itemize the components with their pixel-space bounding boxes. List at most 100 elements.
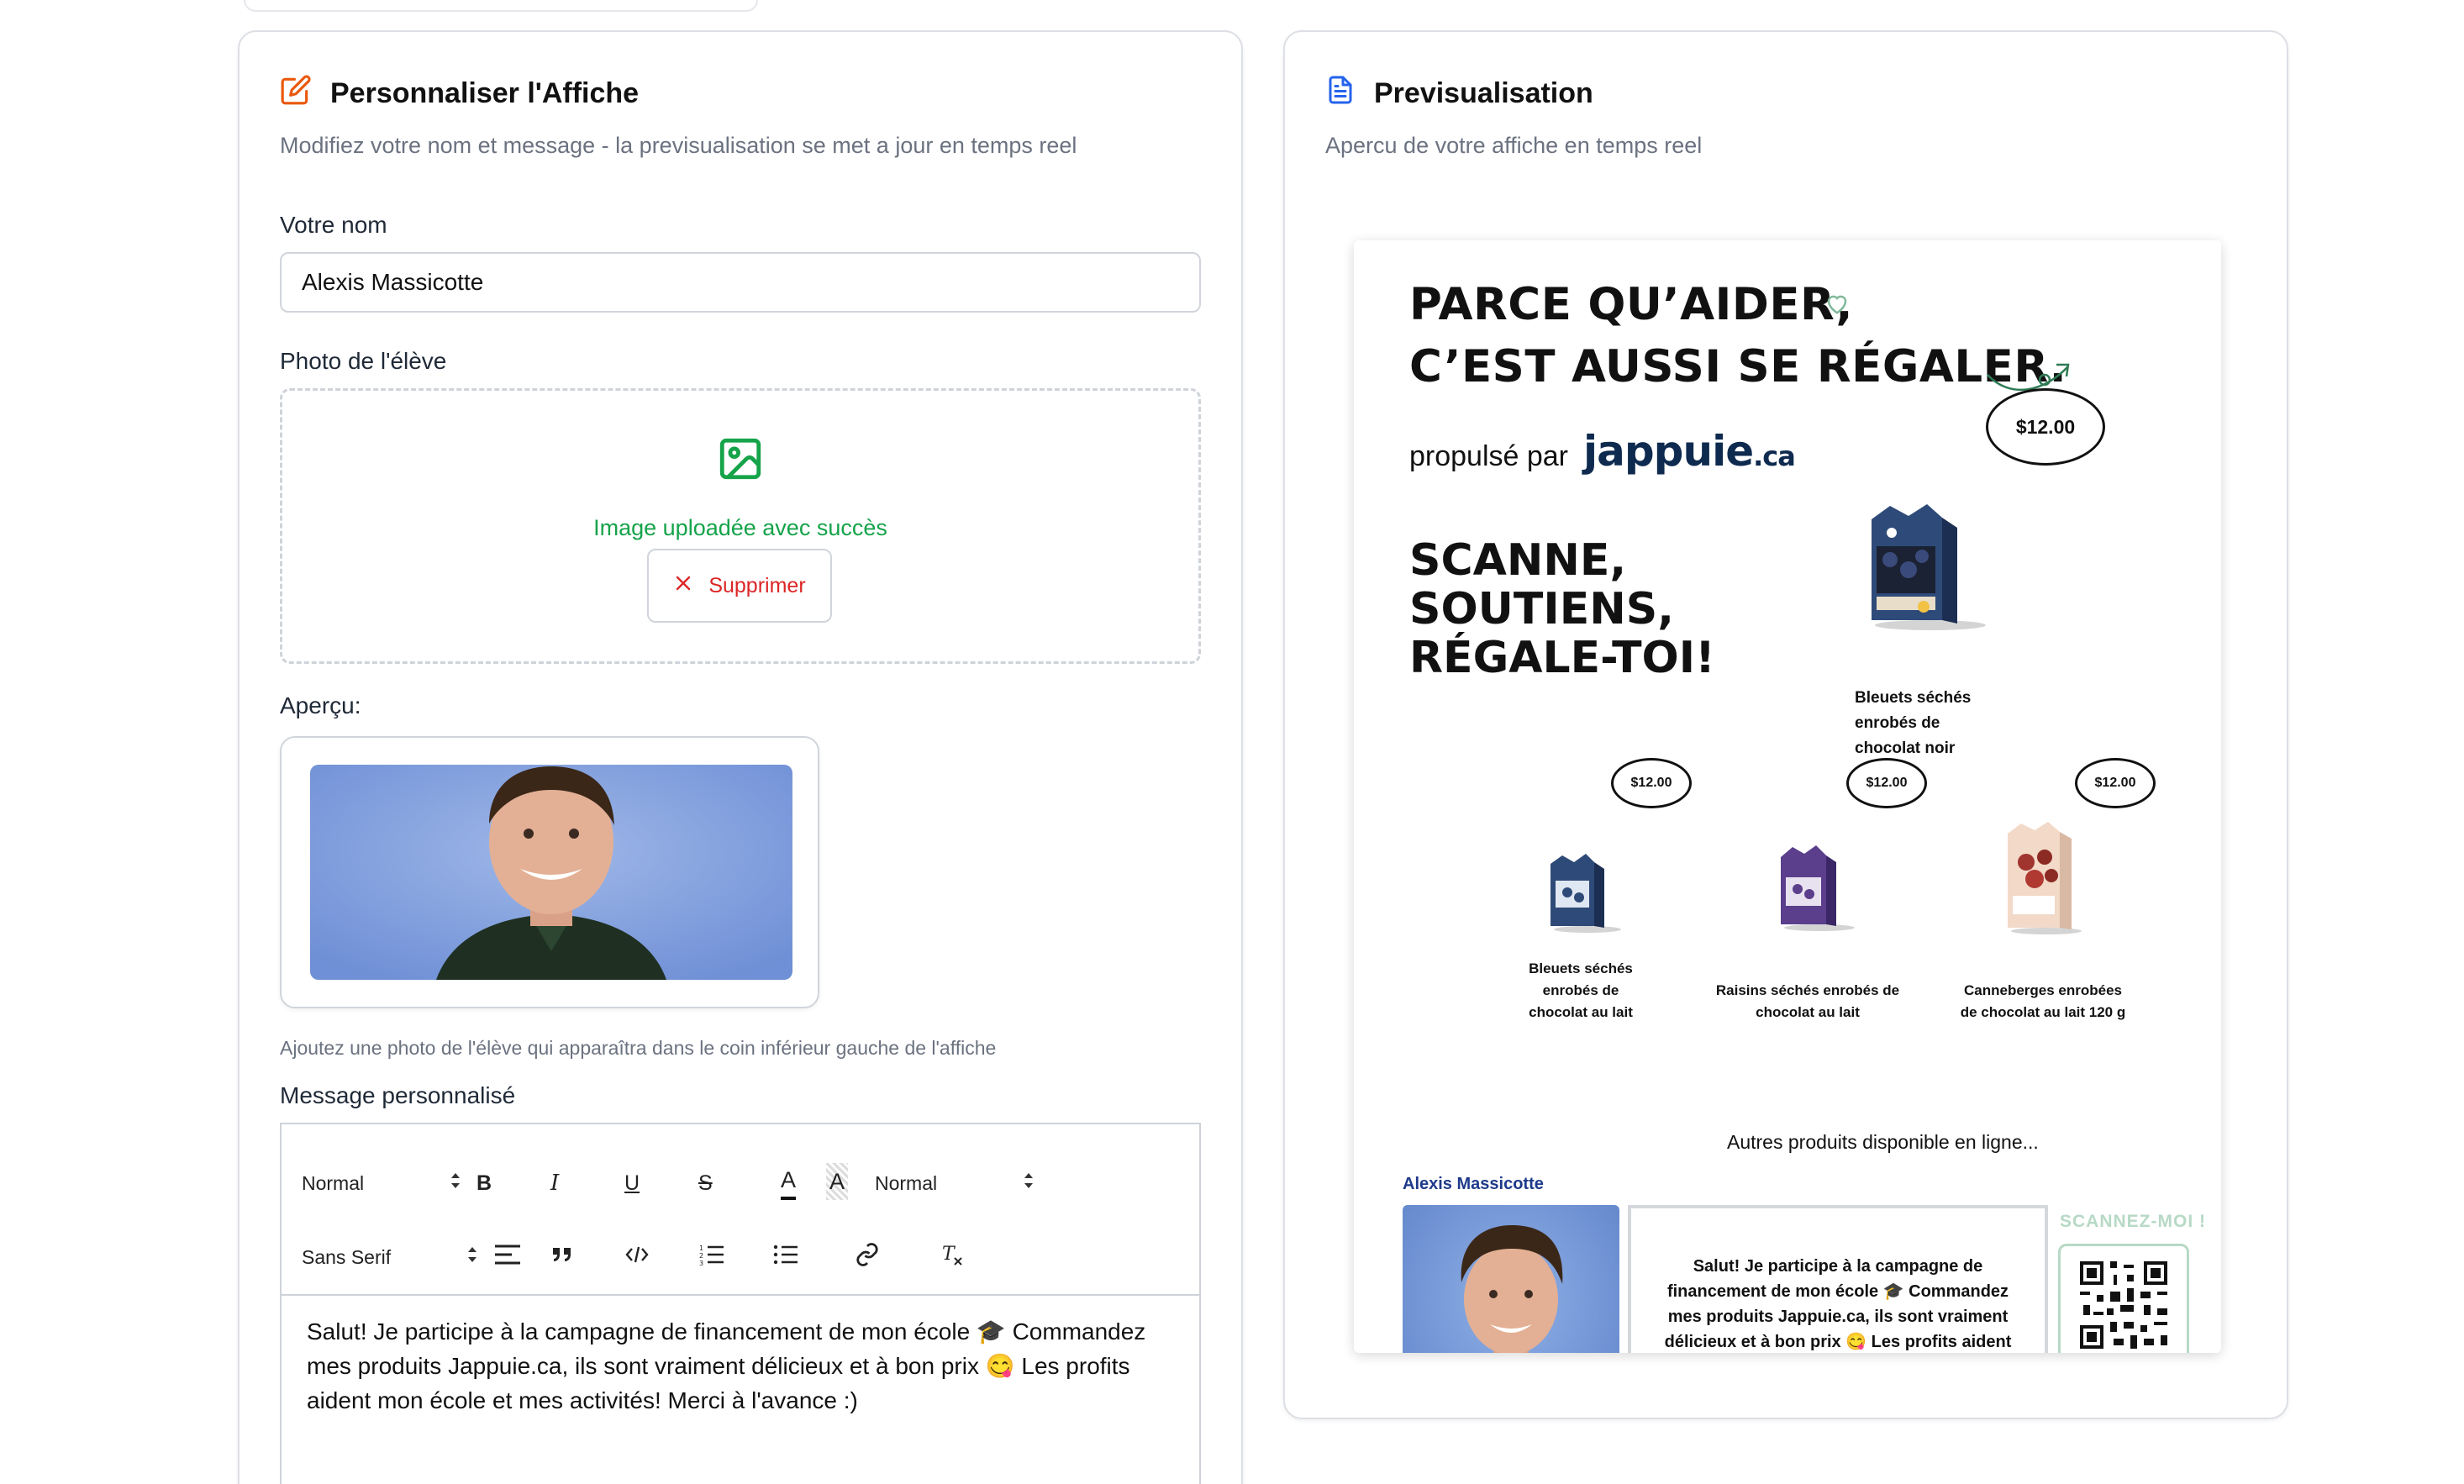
clear-format-button[interactable]: T bbox=[940, 1240, 966, 1274]
photo-upload-zone[interactable]: Image uploadée avec succès Supprimer bbox=[280, 388, 1201, 664]
photo-label: Photo de l'élève bbox=[280, 348, 447, 374]
product-image-2 bbox=[1774, 844, 1858, 937]
scan-me-label: SCANNEZ-MOI ! bbox=[2060, 1212, 2206, 1231]
featured-name-line-3: chocolat noir bbox=[1855, 739, 1956, 757]
product-2-line-2: chocolat au lait bbox=[1756, 1004, 1860, 1020]
align-button[interactable] bbox=[493, 1240, 522, 1274]
svg-text:2: 2 bbox=[699, 1252, 703, 1260]
customize-title: Personnaliser l'Affiche bbox=[280, 74, 639, 113]
background-color-button[interactable]: A bbox=[826, 1163, 849, 1200]
previous-card-edge bbox=[244, 0, 758, 12]
customize-subtitle: Modifiez votre nom et message - la previ… bbox=[280, 133, 1077, 158]
product-image-1 bbox=[1545, 852, 1623, 939]
align-left-icon bbox=[493, 1242, 522, 1272]
preview-title-text: Previsualisation bbox=[1374, 77, 1593, 109]
edit-icon bbox=[280, 74, 312, 113]
upload-success-text: Image uploadée avec succès bbox=[593, 515, 887, 540]
preview-title: Previsualisation bbox=[1325, 74, 1593, 113]
name-input[interactable] bbox=[280, 252, 1201, 313]
bullet-list-icon bbox=[772, 1243, 799, 1271]
code-block-button[interactable] bbox=[624, 1240, 650, 1274]
link-button[interactable] bbox=[855, 1240, 880, 1274]
size-select[interactable]: Normal bbox=[875, 1166, 1035, 1200]
poster-powered-by: propulsé par jappuie.ca bbox=[1409, 427, 1796, 476]
product-name-3: Canneberges enrobées de chocolat au lait… bbox=[1934, 980, 2152, 1024]
product-price-2: $12.00 bbox=[1846, 758, 1927, 808]
select-arrows-icon bbox=[466, 1245, 478, 1270]
scan-line-2: SOUTIENS, bbox=[1409, 584, 1674, 634]
svg-text:1: 1 bbox=[699, 1245, 703, 1252]
bullet-list-button[interactable] bbox=[772, 1240, 799, 1274]
image-icon bbox=[716, 434, 765, 487]
product-1-line-3: chocolat au lait bbox=[1529, 1004, 1633, 1020]
select-arrows-icon bbox=[1023, 1171, 1035, 1196]
product-price-1: $12.00 bbox=[1611, 758, 1692, 808]
featured-name-line-1: Bleuets séchés bbox=[1855, 689, 1972, 707]
poster-message-box: Salut! Je participe à la campagne de fin… bbox=[1628, 1205, 2048, 1353]
brand-tld: .ca bbox=[1753, 440, 1796, 472]
remove-photo-button[interactable]: Supprimer bbox=[647, 549, 832, 623]
bold-button[interactable]: B bbox=[476, 1166, 492, 1200]
product-1-line-2: enrobés de bbox=[1542, 982, 1619, 998]
scan-line-3: RÉGALE-TOI! bbox=[1409, 633, 1715, 683]
poster-student-name: Alexis Massicotte bbox=[1403, 1175, 1544, 1193]
product-name-1: Bleuets séchés enrobés de chocolat au la… bbox=[1480, 958, 1682, 1024]
featured-product-image bbox=[1865, 503, 1991, 638]
preview-label: Aperçu: bbox=[280, 692, 361, 718]
text-color-button[interactable]: A bbox=[781, 1163, 797, 1200]
photo-preview-box bbox=[280, 736, 819, 1008]
ordered-list-icon: 123 bbox=[698, 1243, 725, 1271]
powered-by-text: propulsé par bbox=[1409, 440, 1569, 472]
poster-headline-1: PARCE QU’AIDER, bbox=[1409, 279, 1853, 330]
student-photo-preview bbox=[310, 765, 792, 980]
product-name-2: Raisins séchés enrobés de chocolat au la… bbox=[1698, 980, 1917, 1024]
strike-button[interactable]: S bbox=[698, 1166, 713, 1200]
editor-toolbar: Normal B I U S A A Normal Sans Serif 1 2… bbox=[282, 1124, 1199, 1296]
product-2-line-1: Raisins séchés enrobés de bbox=[1715, 982, 1900, 998]
main-price-badge: $12.00 bbox=[1986, 388, 2105, 466]
svg-text:T: T bbox=[942, 1244, 956, 1265]
preview-card: Previsualisation Apercu de votre affiche… bbox=[1283, 30, 2288, 1419]
header-select-value: Normal bbox=[302, 1171, 365, 1194]
message-editor-content[interactable]: Salut! Je participe à la campagne de fin… bbox=[307, 1314, 1172, 1418]
link-icon bbox=[855, 1242, 880, 1272]
poster-student-photo bbox=[1403, 1205, 1619, 1353]
underline-button[interactable]: U bbox=[624, 1166, 640, 1200]
poster-preview: PARCE QU’AIDER, C’EST AUSSI SE RÉGALER. … bbox=[1354, 240, 2221, 1353]
poster-headline-2: C’EST AUSSI SE RÉGALER. bbox=[1409, 341, 2067, 392]
quote-icon bbox=[550, 1245, 574, 1270]
product-3-line-1: Canneberges enrobées bbox=[1963, 982, 2122, 998]
blockquote-button[interactable] bbox=[550, 1240, 574, 1274]
poster-scan-block: SCANNE, SOUTIENS, RÉGALE-TOI! bbox=[1409, 536, 1715, 682]
font-select-value: Sans Serif bbox=[302, 1245, 392, 1268]
poster-message-text: Salut! Je participe à la campagne de fin… bbox=[1664, 1257, 2012, 1351]
name-label: Votre nom bbox=[280, 212, 387, 238]
rich-text-editor: Normal B I U S A A Normal Sans Serif 1 2… bbox=[280, 1123, 1201, 1484]
heart-icon bbox=[1824, 291, 1850, 320]
product-price-3: $12.00 bbox=[2075, 758, 2156, 808]
size-select-value: Normal bbox=[875, 1171, 938, 1194]
customize-card: Personnaliser l'Affiche Modifiez votre n… bbox=[238, 30, 1243, 1484]
customize-title-text: Personnaliser l'Affiche bbox=[330, 77, 640, 109]
preview-subtitle: Apercu de votre affiche en temps reel bbox=[1325, 133, 1703, 158]
brand-name: jappuie bbox=[1583, 427, 1754, 476]
featured-name-line-2: enrobés de bbox=[1855, 714, 1940, 732]
font-select[interactable]: Sans Serif bbox=[302, 1240, 478, 1274]
svg-text:3: 3 bbox=[699, 1260, 703, 1266]
header-select[interactable]: Normal bbox=[302, 1166, 461, 1200]
featured-product-name: Bleuets séchés enrobés de chocolat noir bbox=[1855, 686, 1971, 761]
clear-format-icon: T bbox=[940, 1243, 966, 1271]
qr-code-icon bbox=[2077, 1257, 2171, 1354]
jappuie-logo: jappuie.ca bbox=[1583, 427, 1796, 476]
ordered-list-button[interactable]: 123 bbox=[698, 1240, 725, 1274]
document-icon bbox=[1325, 74, 1356, 113]
other-products-text: Autres produits disponible en ligne... bbox=[1727, 1131, 2039, 1153]
product-3-line-2: de chocolat au lait 120 g bbox=[1960, 1004, 2126, 1020]
italic-button[interactable]: I bbox=[550, 1166, 559, 1200]
message-label: Message personnalisé bbox=[280, 1082, 516, 1108]
scan-line-1: SCANNE, bbox=[1409, 535, 1627, 586]
product-image-3 bbox=[2001, 820, 2088, 940]
qr-code-frame bbox=[2058, 1244, 2189, 1353]
select-arrows-icon bbox=[450, 1171, 461, 1196]
product-1-line-1: Bleuets séchés bbox=[1529, 960, 1633, 976]
